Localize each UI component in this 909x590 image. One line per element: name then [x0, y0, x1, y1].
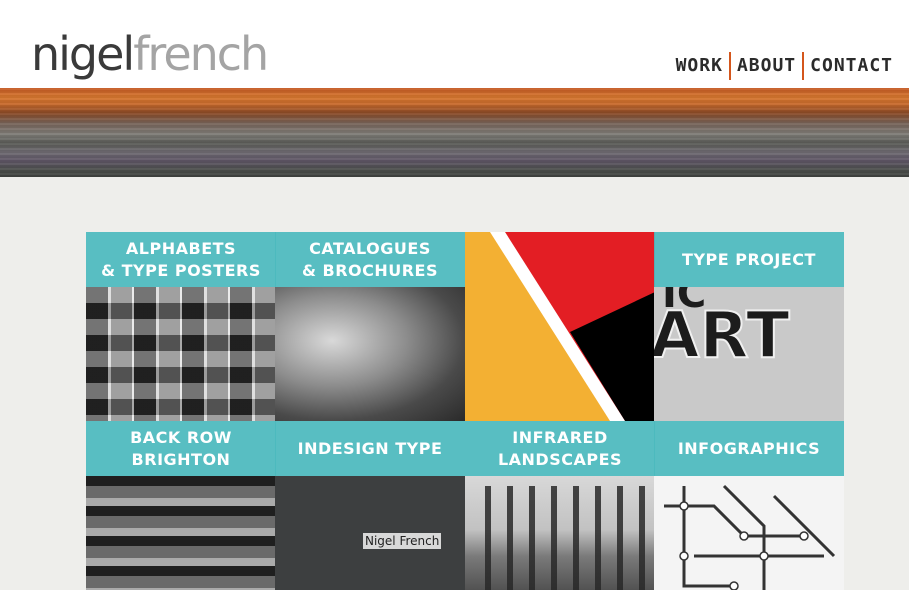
portfolio-grid: ALPHABETS & TYPE POSTERS CATALOGUES & BR… — [86, 232, 844, 590]
tile-label-text: INDESIGN TYPE — [297, 438, 443, 458]
tile-label-text: INFRARED LANDSCAPES — [497, 427, 623, 469]
tile-type-project[interactable]: ART IC TYPE PROJECT — [654, 232, 844, 421]
tile-indesign-type[interactable]: Nigel French INDESIGN TYPE — [275, 421, 465, 590]
svg-text:IC: IC — [662, 287, 706, 317]
nav-contact[interactable]: CONTACT — [804, 52, 899, 80]
tile-label: INFRARED LANDSCAPES — [465, 421, 655, 476]
tile-label: INFOGRAPHICS — [654, 421, 844, 476]
site-logo[interactable]: nigelfrench — [31, 24, 269, 84]
indesign-photo-name: Nigel French — [363, 533, 442, 549]
tile-geometric-art[interactable] — [465, 232, 655, 421]
tile-label-text: INFOGRAPHICS — [677, 438, 821, 458]
tile-photo — [86, 476, 276, 590]
main-nav: WORK ABOUT CONTACT — [670, 52, 899, 80]
tile-label: CATALOGUES & BROCHURES — [275, 232, 465, 287]
tile-photo — [275, 287, 465, 421]
logo-first-part: nigel — [31, 27, 135, 81]
tile-label: ALPHABETS & TYPE POSTERS — [86, 232, 276, 287]
tile-label: BACK ROW BRIGHTON — [86, 421, 276, 476]
tile-label-text: CATALOGUES & BROCHURES — [301, 238, 439, 280]
tile-photo — [654, 476, 844, 590]
geometric-artwork-icon — [465, 232, 655, 421]
tile-photo: ART IC — [654, 271, 844, 421]
logo-second-part: french — [133, 27, 269, 81]
nav-about[interactable]: ABOUT — [731, 52, 802, 80]
tile-label-text: BACK ROW BRIGHTON — [130, 427, 232, 469]
tile-photo — [465, 476, 655, 590]
tile-catalogues-brochures[interactable]: CATALOGUES & BROCHURES — [275, 232, 465, 421]
hero-banner — [0, 88, 909, 177]
tile-label: INDESIGN TYPE — [275, 421, 465, 476]
site-header: nigelfrench WORK ABOUT CONTACT — [0, 0, 909, 88]
tile-label: TYPE PROJECT — [654, 232, 844, 287]
tile-alphabets-type-posters[interactable]: ALPHABETS & TYPE POSTERS — [86, 232, 276, 421]
tile-back-row-brighton[interactable]: BACK ROW BRIGHTON — [86, 421, 276, 590]
tile-label-text: ALPHABETS & TYPE POSTERS — [101, 238, 261, 280]
tile-label-text: TYPE PROJECT — [682, 249, 816, 269]
nav-work[interactable]: WORK — [670, 52, 729, 80]
tile-photo: Nigel French — [275, 476, 465, 590]
tile-infographics[interactable]: INFOGRAPHICS — [654, 421, 844, 590]
tile-photo — [86, 287, 276, 421]
tile-infrared-landscapes[interactable]: INFRARED LANDSCAPES — [465, 421, 655, 590]
